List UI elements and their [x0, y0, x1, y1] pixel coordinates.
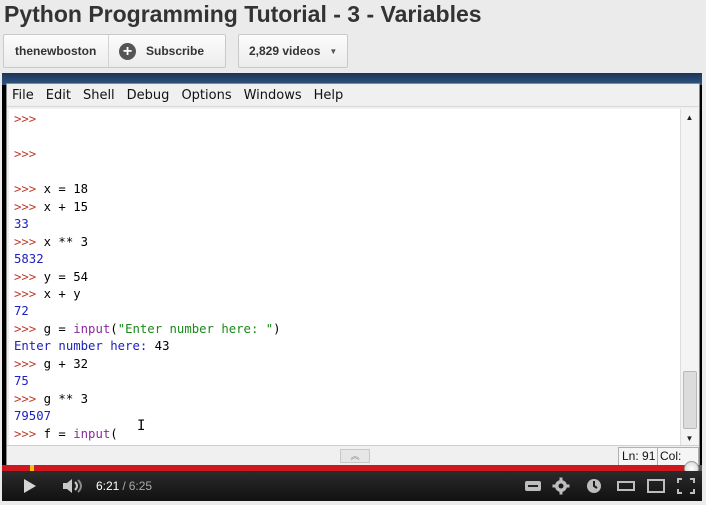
- shell-line: >>>: [14, 112, 37, 126]
- watch-later-icon[interactable]: [582, 471, 606, 501]
- shell-output-line: 75: [14, 374, 29, 388]
- time-separator: /: [122, 479, 126, 493]
- vertical-scrollbar[interactable]: ▲ ▼: [680, 109, 698, 447]
- channel-subscribe-group: thenewboston + Subscribe: [3, 34, 226, 68]
- shell-output-line: 72: [14, 304, 29, 318]
- shell-line: >>> x + y: [14, 287, 81, 301]
- shell-line: >>> g ** 3: [14, 392, 89, 406]
- shell-line: >>> x = 18: [14, 182, 89, 196]
- shell-line: >>>: [14, 147, 37, 161]
- volume-icon[interactable]: [60, 471, 88, 501]
- menu-file[interactable]: File: [7, 88, 40, 103]
- total-time: 6:25: [128, 479, 153, 493]
- menu-shell[interactable]: Shell: [77, 88, 121, 103]
- shell-output-line: 33: [14, 217, 29, 231]
- time-display: 6:21 / 6:25: [96, 471, 156, 501]
- menu-edit[interactable]: Edit: [40, 88, 77, 103]
- current-time: 6:21: [96, 479, 120, 493]
- shell-output-line: 5832: [14, 252, 44, 266]
- theater-mode-icon[interactable]: [644, 471, 668, 501]
- play-icon[interactable]: [18, 471, 42, 501]
- idle-shell-window: File Edit Shell Debug Options Windows He…: [6, 83, 700, 480]
- status-line-number: Ln: 91: [618, 447, 660, 466]
- collapse-icon[interactable]: ︽: [340, 449, 370, 463]
- caret-down-icon: ▼: [329, 46, 338, 56]
- subscribe-button[interactable]: Subscribe: [146, 44, 204, 58]
- fullscreen-icon[interactable]: [674, 471, 698, 501]
- scrollbar-thumb[interactable]: [683, 371, 697, 429]
- shell-line: >>> f = input(: [14, 427, 118, 441]
- menu-debug[interactable]: Debug: [121, 88, 176, 103]
- shell-output-line: 79507: [14, 409, 52, 423]
- shell-line: >>> y = 54: [14, 270, 89, 284]
- menu-help[interactable]: Help: [308, 88, 350, 103]
- shell-text-area[interactable]: >>> >>> >>> x = 18 >>> x + 15 33 >>> x *…: [9, 109, 682, 446]
- shell-output-line: Enter number here: 43: [14, 339, 170, 353]
- video-title: Python Programming Tutorial - 3 - Variab…: [4, 1, 482, 27]
- video-count-dropdown[interactable]: 2,829 videos ▼: [238, 34, 348, 68]
- video-count-label: 2,829 videos: [249, 44, 321, 58]
- scroll-up-arrow-icon[interactable]: ▲: [681, 109, 698, 126]
- video-player[interactable]: File Edit Shell Debug Options Windows He…: [2, 73, 702, 501]
- shell-line: >>> x + 15: [14, 200, 89, 214]
- menu-windows[interactable]: Windows: [238, 88, 308, 103]
- text-cursor-icon: I: [137, 418, 146, 434]
- button-divider: [108, 35, 109, 67]
- captions-icon[interactable]: [521, 471, 545, 501]
- player-controls: 6:21 / 6:25: [2, 471, 702, 501]
- menu-options[interactable]: Options: [175, 88, 237, 103]
- plus-icon[interactable]: +: [119, 42, 136, 60]
- miniplayer-icon[interactable]: [614, 471, 638, 501]
- channel-name-link[interactable]: thenewboston: [4, 44, 108, 58]
- shell-line: >>> g = input("Enter number here: "): [14, 322, 281, 336]
- menu-bar: File Edit Shell Debug Options Windows He…: [7, 84, 699, 107]
- gear-icon[interactable]: [549, 471, 573, 501]
- shell-line: >>> g + 32: [14, 357, 89, 371]
- shell-line: >>> x ** 3: [14, 235, 89, 249]
- status-bar: ︽ Ln: 91 Col: 15: [7, 445, 699, 480]
